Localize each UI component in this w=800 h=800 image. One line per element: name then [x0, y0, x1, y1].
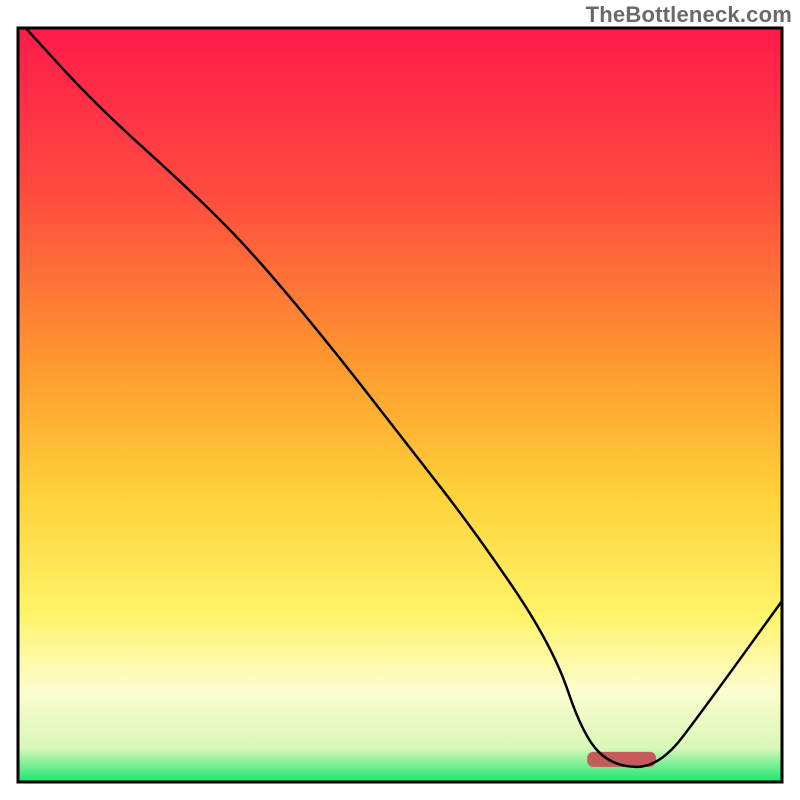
watermark-text: TheBottleneck.com [586, 2, 792, 28]
gradient-background [18, 28, 782, 782]
chart-container: TheBottleneck.com [0, 0, 800, 800]
bottleneck-chart [0, 0, 800, 800]
plot-area [18, 28, 782, 782]
